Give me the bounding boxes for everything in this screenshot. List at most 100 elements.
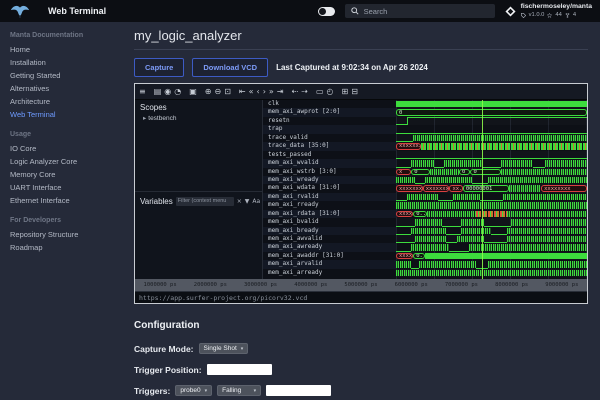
waveform-canvas[interactable]: 0 xxxxxxxx... x000 xxxxxxxxxxxxxxxxxx...000… (396, 100, 587, 279)
timeline-cursor[interactable] (482, 100, 483, 279)
signal-name[interactable]: resetn (263, 117, 396, 125)
info-icon[interactable]: ◉ (164, 85, 171, 99)
wave-row[interactable]: xxxx...0... (396, 252, 587, 260)
timeline-tick: 4000000 ps (286, 282, 336, 288)
sidebar-item-ethernet-interface[interactable]: Ethernet Interface (10, 194, 126, 207)
sidebar-item-roadmap[interactable]: Roadmap (10, 241, 126, 254)
wave-row[interactable] (396, 227, 587, 235)
case-sensitive-icon[interactable]: Aa (252, 198, 260, 205)
wave-row[interactable]: xxxx...0... (396, 210, 587, 218)
chevron-down-icon: ▾ (205, 388, 208, 394)
step-forward-icon[interactable]: › (263, 85, 266, 99)
wave-row[interactable] (396, 218, 587, 226)
wave-row[interactable] (396, 269, 587, 277)
wave-segment: xxxxxxxx (396, 185, 423, 191)
add-icon[interactable]: ⊞ (341, 85, 348, 99)
wave-row[interactable]: xxxxxxxx... (396, 142, 587, 150)
wave-row[interactable] (396, 201, 587, 209)
go-start-icon[interactable]: ⇤ (239, 85, 246, 99)
sidebar-item-installation[interactable]: Installation (10, 56, 126, 69)
variables-list (135, 210, 262, 279)
scope-item-testbench[interactable]: ▸testbench (135, 114, 262, 122)
signal-name[interactable]: mem_axi_rdata [31:0] (263, 210, 396, 218)
wave-row[interactable]: x000 (396, 168, 587, 176)
menu-icon[interactable]: ≡ (139, 85, 146, 99)
fast-backward-icon[interactable]: « (249, 85, 254, 99)
signal-name[interactable]: mem_axi_awready (263, 243, 396, 251)
wave-row[interactable] (396, 193, 587, 201)
clock-icon[interactable]: ◔ (174, 85, 181, 99)
signal-name[interactable]: mem_axi_bready (263, 227, 396, 235)
sidebar-item-logic-analyzer-core[interactable]: Logic Analyzer Core (10, 155, 126, 168)
signal-name[interactable]: mem_axi_rready (263, 201, 396, 209)
trigger-edge-select[interactable]: Falling▾ (217, 385, 261, 396)
sidebar-item-web-terminal[interactable]: Web Terminal (10, 108, 126, 121)
wave-row[interactable] (396, 176, 587, 184)
sidebar-item-repository-structure[interactable]: Repository Structure (10, 228, 126, 241)
go-end-icon[interactable]: ⇥ (277, 85, 284, 99)
sidebar-item-architecture[interactable]: Architecture (10, 95, 126, 108)
next-transition-icon[interactable]: ⇢ (301, 85, 308, 99)
wave-row[interactable] (396, 151, 587, 159)
remove-icon[interactable]: ⊟ (351, 85, 358, 99)
sidebar-item-getting-started[interactable]: Getting Started (10, 69, 126, 82)
sidebar-item-memory-core[interactable]: Memory Core (10, 168, 126, 181)
fast-forward-icon[interactable]: » (269, 85, 274, 99)
signal-name[interactable]: mem_axi_awprot [2:0] (263, 108, 396, 116)
signal-name[interactable]: mem_axi_wstrb [3:0] (263, 168, 396, 176)
wave-segment (469, 244, 587, 250)
dark-mode-toggle[interactable] (318, 7, 335, 16)
wave-row[interactable] (396, 159, 587, 167)
wave-row[interactable] (396, 100, 587, 108)
zoom-out-icon[interactable]: ⊖ (215, 85, 222, 99)
signal-name[interactable]: trap (263, 125, 396, 133)
capture-button[interactable]: Capture (134, 58, 184, 77)
signal-name[interactable]: mem_axi_rvalid (263, 193, 396, 201)
signal-name[interactable]: mem_axi_arready (263, 269, 396, 277)
wave-row[interactable]: 0 (396, 108, 587, 116)
toggle-icon[interactable]: ▭ (316, 85, 324, 99)
repo-link[interactable]: fischermoseley/manta v1.0.0 44 4 (505, 3, 592, 19)
zoom-in-icon[interactable]: ⊕ (205, 85, 212, 99)
signal-name[interactable]: mem_axi_wready (263, 176, 396, 184)
step-backward-icon[interactable]: ‹ (257, 85, 260, 99)
wave-row[interactable] (396, 125, 587, 133)
wave-row[interactable] (396, 117, 587, 125)
wave-row[interactable]: xxxxxxxxxxxxxxxxxx...00000001xxxxxxxx (396, 184, 587, 192)
download-vcd-button[interactable]: Download VCD (192, 58, 268, 77)
open-file-icon[interactable]: ▤ (154, 85, 162, 99)
clear-filter-icon[interactable]: × (237, 198, 242, 205)
wave-row[interactable] (396, 134, 587, 142)
signal-name[interactable]: mem_axi_awvalid (263, 235, 396, 243)
zoom-fit-icon[interactable]: ⊡ (224, 85, 231, 99)
sidebar-item-home[interactable]: Home (10, 43, 126, 56)
filter-menu-icon[interactable]: ▼ (245, 198, 250, 205)
signal-name[interactable]: mem_axi_bvalid (263, 218, 396, 226)
signal-name[interactable]: mem_axi_wvalid (263, 159, 396, 167)
signal-name[interactable]: tests_passed (263, 151, 396, 159)
signal-name[interactable]: trace_valid (263, 134, 396, 142)
signal-name[interactable]: mem_axi_awaddr [31:0] (263, 252, 396, 260)
signal-name[interactable]: trace_data [35:0] (263, 142, 396, 150)
capture-mode-select[interactable]: Single Shot▾ (199, 343, 249, 354)
wave-segment (453, 194, 480, 200)
signal-name[interactable]: mem_axi_arvalid (263, 260, 396, 268)
variables-filter-input[interactable] (176, 197, 234, 206)
repo-forks: 4 (573, 12, 576, 19)
trigger-value-input[interactable] (266, 385, 331, 396)
trigger-probe-select[interactable]: probe0▾ (175, 385, 212, 396)
signal-name[interactable]: mem_axi_wdata [31:0] (263, 184, 396, 192)
sidebar-item-alternatives[interactable]: Alternatives (10, 82, 126, 95)
prev-transition-icon[interactable]: ⇠ (292, 85, 299, 99)
wave-row[interactable] (396, 260, 587, 268)
sidebar-item-io-core[interactable]: IO Core (10, 142, 126, 155)
stop-icon[interactable]: ▣ (189, 85, 197, 99)
wave-row[interactable] (396, 243, 587, 251)
search-input[interactable]: Search (345, 4, 495, 18)
wave-segment (411, 228, 445, 234)
trigger-position-input[interactable] (207, 364, 272, 375)
signal-name[interactable]: clk (263, 100, 396, 108)
wave-row[interactable] (396, 235, 587, 243)
timer-icon[interactable]: ◴ (327, 85, 334, 99)
sidebar-item-uart-interface[interactable]: UART Interface (10, 181, 126, 194)
